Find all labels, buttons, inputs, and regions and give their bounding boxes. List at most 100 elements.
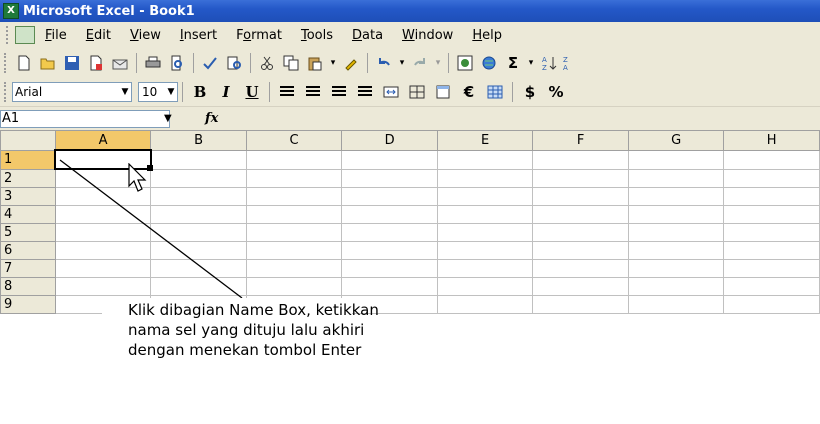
cell[interactable] <box>436 168 534 188</box>
redo-icon[interactable] <box>409 52 431 74</box>
cell[interactable] <box>532 259 629 278</box>
cell[interactable] <box>341 149 438 170</box>
cell[interactable] <box>436 187 534 206</box>
print-preview-icon[interactable] <box>166 52 188 74</box>
borders-icon[interactable] <box>404 81 430 103</box>
cell[interactable] <box>341 277 438 296</box>
row-header[interactable]: 1 <box>0 149 56 170</box>
cell[interactable] <box>627 149 725 170</box>
cell[interactable] <box>723 187 820 206</box>
sort-descending-icon[interactable]: ZA <box>562 52 572 74</box>
menu-file[interactable]: File <box>45 28 67 43</box>
cell[interactable] <box>532 149 629 170</box>
chevron-down-icon[interactable]: ▼ <box>164 113 172 124</box>
cell[interactable] <box>54 205 152 224</box>
row-header[interactable]: 4 <box>0 205 56 224</box>
new-icon[interactable] <box>13 52 35 74</box>
cell[interactable] <box>245 277 343 296</box>
cell[interactable] <box>627 259 725 278</box>
cell[interactable] <box>341 187 438 206</box>
merge-center-icon[interactable] <box>378 81 404 103</box>
row-header[interactable]: 2 <box>0 168 56 188</box>
cell[interactable] <box>627 241 725 260</box>
undo-dropdown-icon[interactable]: ▾ <box>397 52 407 74</box>
cell[interactable] <box>436 223 534 242</box>
column-header[interactable]: H <box>723 130 820 151</box>
menu-edit[interactable]: Edit <box>86 28 111 43</box>
toolbar-grip[interactable] <box>4 82 9 102</box>
menu-insert[interactable]: Insert <box>180 28 217 43</box>
percent-style-button[interactable]: % <box>543 81 569 103</box>
cell[interactable] <box>723 223 820 242</box>
cell[interactable] <box>150 168 247 188</box>
cell[interactable] <box>245 223 343 242</box>
cell[interactable] <box>54 241 152 260</box>
cell[interactable] <box>150 149 247 170</box>
cell[interactable] <box>54 223 152 242</box>
column-header[interactable]: F <box>532 130 629 151</box>
autosum-icon[interactable]: Σ <box>502 52 524 74</box>
autosum-dropdown-icon[interactable]: ▾ <box>526 52 536 74</box>
align-right-icon[interactable] <box>326 81 352 103</box>
row-header[interactable]: 8 <box>0 277 56 296</box>
align-center-icon[interactable] <box>300 81 326 103</box>
cell[interactable] <box>627 187 725 206</box>
menu-data[interactable]: Data <box>352 28 383 43</box>
row-header[interactable]: 5 <box>0 223 56 242</box>
cell[interactable] <box>150 187 247 206</box>
cell[interactable] <box>627 277 725 296</box>
table-icon[interactable] <box>482 81 508 103</box>
column-header[interactable]: G <box>627 130 725 151</box>
cell[interactable] <box>436 149 534 170</box>
column-header[interactable]: A <box>54 130 152 151</box>
cell[interactable] <box>150 259 247 278</box>
cell[interactable] <box>54 259 152 278</box>
formula-input[interactable] <box>232 110 820 128</box>
cell[interactable] <box>532 277 629 296</box>
menu-view[interactable]: View <box>130 28 161 43</box>
font-size-select[interactable]: 10 ▼ <box>138 82 178 102</box>
toolbar-grip[interactable] <box>4 53 9 73</box>
select-all-corner[interactable] <box>0 130 56 151</box>
format-painter-icon[interactable] <box>340 52 362 74</box>
column-header[interactable]: E <box>436 130 534 151</box>
fill-color-icon[interactable] <box>430 81 456 103</box>
cell[interactable] <box>341 223 438 242</box>
underline-button[interactable]: U <box>239 81 265 103</box>
insert-function-icon[interactable]: fx <box>205 111 218 126</box>
cell[interactable] <box>627 295 725 314</box>
row-header[interactable]: 9 <box>0 295 56 314</box>
print-icon[interactable] <box>142 52 164 74</box>
cell[interactable] <box>245 241 343 260</box>
save-icon[interactable] <box>61 52 83 74</box>
column-header[interactable]: C <box>245 130 343 151</box>
align-left-icon[interactable] <box>274 81 300 103</box>
menu-window[interactable]: Window <box>402 28 453 43</box>
cell[interactable] <box>436 277 534 296</box>
cell[interactable] <box>150 277 247 296</box>
cell[interactable] <box>627 168 725 188</box>
cell[interactable] <box>627 205 725 224</box>
cell[interactable] <box>723 149 820 170</box>
euro-icon[interactable]: € <box>456 81 482 103</box>
workbook-icon[interactable] <box>15 26 35 44</box>
cell[interactable] <box>341 205 438 224</box>
cell[interactable] <box>532 223 629 242</box>
menu-tools[interactable]: Tools <box>301 28 333 43</box>
row-header[interactable]: 3 <box>0 187 56 206</box>
spelling-icon[interactable] <box>199 52 221 74</box>
email-icon[interactable] <box>109 52 131 74</box>
cell[interactable] <box>723 259 820 278</box>
cell[interactable] <box>245 259 343 278</box>
column-header[interactable]: B <box>150 130 247 151</box>
cell[interactable] <box>532 241 629 260</box>
copy-icon[interactable] <box>280 52 302 74</box>
paste-icon[interactable] <box>304 52 326 74</box>
undo-icon[interactable] <box>373 52 395 74</box>
justify-icon[interactable] <box>352 81 378 103</box>
hyperlink-icon[interactable] <box>454 52 476 74</box>
chevron-down-icon[interactable]: ▼ <box>165 87 177 97</box>
cell[interactable] <box>436 205 534 224</box>
cell[interactable] <box>627 223 725 242</box>
chevron-down-icon[interactable]: ▼ <box>119 87 131 97</box>
